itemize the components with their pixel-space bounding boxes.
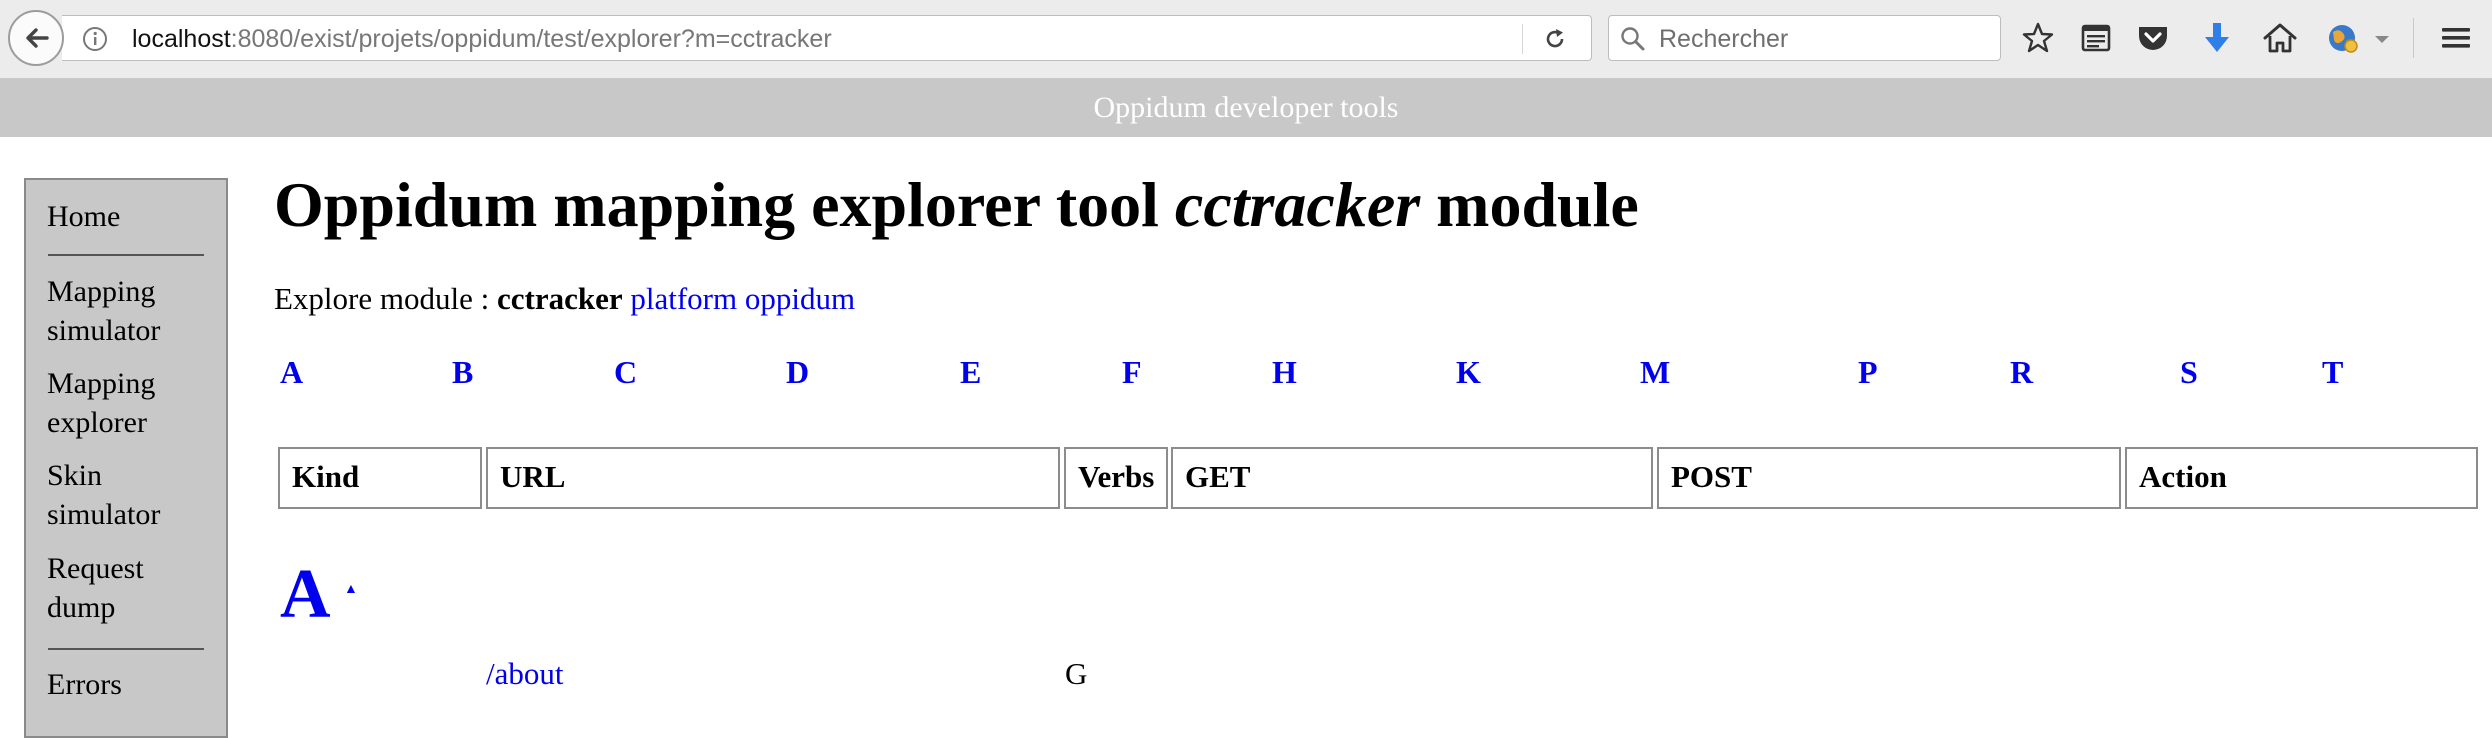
browser-toolbar: localhost:8080/exist/projets/oppidum/tes… bbox=[0, 0, 2492, 79]
column-header-action: Action bbox=[2125, 447, 2478, 509]
mapping-verbs: G bbox=[1065, 656, 1088, 691]
menu-item-line: simulator bbox=[47, 498, 161, 531]
index-letter-t[interactable]: T bbox=[2322, 352, 2343, 392]
title-text: Oppidum mapping explorer tool bbox=[274, 169, 1175, 240]
title-module-name: cctracker bbox=[1174, 169, 1421, 240]
home-icon[interactable] bbox=[2262, 20, 2298, 56]
explore-module-line: Explore module : cctracker platform oppi… bbox=[274, 279, 855, 319]
index-letter-f[interactable]: F bbox=[1122, 352, 1142, 392]
column-header-url: URL bbox=[486, 447, 1060, 509]
url-host: localhost bbox=[132, 25, 231, 53]
index-letter-h[interactable]: H bbox=[1272, 352, 1297, 392]
menu-item-line: Mapping bbox=[47, 367, 156, 400]
column-header-kind: Kind bbox=[278, 447, 482, 509]
menu-item-skin-simulator[interactable]: Skin simulator bbox=[47, 456, 217, 534]
header-title: Oppidum developer tools bbox=[1093, 91, 1399, 124]
column-header-post: POST bbox=[1657, 447, 2121, 509]
menu-item-request-dump[interactable]: Request dump bbox=[47, 549, 217, 627]
menu-divider bbox=[48, 254, 204, 256]
search-icon bbox=[1621, 27, 1645, 51]
menu-item-errors[interactable]: Errors bbox=[47, 665, 217, 704]
bookmark-star-icon[interactable] bbox=[2020, 20, 2056, 56]
side-menu: Home Mapping simulator Mapping explorer … bbox=[24, 178, 228, 738]
column-header-get: GET bbox=[1171, 447, 1653, 509]
menu-item-line: dump bbox=[47, 591, 116, 624]
index-letter-a[interactable]: A bbox=[280, 352, 303, 392]
url-path: :8080/exist/projets/oppidum/test/explore… bbox=[230, 25, 832, 53]
index-letter-d[interactable]: D bbox=[786, 352, 809, 392]
toolbar-divider bbox=[2413, 18, 2414, 58]
column-header-verbs: Verbs bbox=[1064, 447, 1168, 509]
menu-item-mapping-simulator[interactable]: Mapping simulator bbox=[47, 272, 217, 350]
page-title: Oppidum mapping explorer tool cctracker … bbox=[274, 166, 1639, 244]
section-heading-a: A bbox=[280, 556, 331, 633]
index-letter-s[interactable]: S bbox=[2180, 352, 2198, 392]
index-letter-m[interactable]: M bbox=[1640, 352, 1670, 392]
menu-item-home[interactable]: Home bbox=[47, 197, 217, 236]
explore-label: Explore module : bbox=[274, 281, 497, 316]
dropdown-arrow-icon[interactable] bbox=[2370, 20, 2394, 56]
index-letter-e[interactable]: E bbox=[960, 352, 981, 392]
title-text-end: module bbox=[1420, 169, 1639, 240]
hamburger-menu-icon[interactable] bbox=[2438, 20, 2474, 56]
download-icon[interactable] bbox=[2199, 20, 2235, 56]
menu-item-mapping-explorer[interactable]: Mapping explorer bbox=[47, 364, 217, 442]
reading-list-icon[interactable] bbox=[2078, 20, 2114, 56]
index-letter-k[interactable]: K bbox=[1456, 352, 1481, 392]
info-icon[interactable] bbox=[82, 26, 108, 52]
menu-divider bbox=[48, 648, 204, 650]
back-arrow-icon bbox=[26, 28, 49, 48]
explore-module-name: cctracker bbox=[496, 281, 623, 316]
index-letter-p[interactable]: P bbox=[1858, 352, 1878, 392]
index-letter-c[interactable]: C bbox=[614, 352, 637, 392]
platform-link[interactable]: platform oppidum bbox=[630, 281, 855, 316]
url-text[interactable]: localhost:8080/exist/projets/oppidum/tes… bbox=[132, 16, 832, 62]
index-letter-b[interactable]: B bbox=[452, 352, 473, 392]
back-to-top-arrow-icon[interactable]: ▲ bbox=[344, 582, 358, 598]
mapping-url-link[interactable]: /about bbox=[486, 654, 564, 694]
pocket-icon[interactable] bbox=[2135, 20, 2171, 56]
page-header-band: Oppidum developer tools bbox=[0, 79, 2492, 137]
search-bar[interactable]: Rechercher bbox=[1608, 15, 2001, 61]
menu-item-line: Request bbox=[47, 552, 144, 585]
back-button[interactable] bbox=[8, 10, 64, 66]
url-divider bbox=[1522, 24, 1523, 54]
url-bar[interactable]: localhost:8080/exist/projets/oppidum/tes… bbox=[62, 15, 1592, 61]
extension-globe-icon[interactable] bbox=[2325, 20, 2361, 56]
menu-item-line: simulator bbox=[47, 314, 161, 347]
menu-item-line: Skin bbox=[47, 459, 103, 492]
reload-icon[interactable] bbox=[1542, 26, 1568, 52]
index-letter-r[interactable]: R bbox=[2010, 352, 2033, 392]
menu-item-line: Mapping bbox=[47, 275, 156, 308]
menu-item-line: explorer bbox=[47, 406, 147, 439]
search-placeholder: Rechercher bbox=[1659, 25, 1789, 53]
